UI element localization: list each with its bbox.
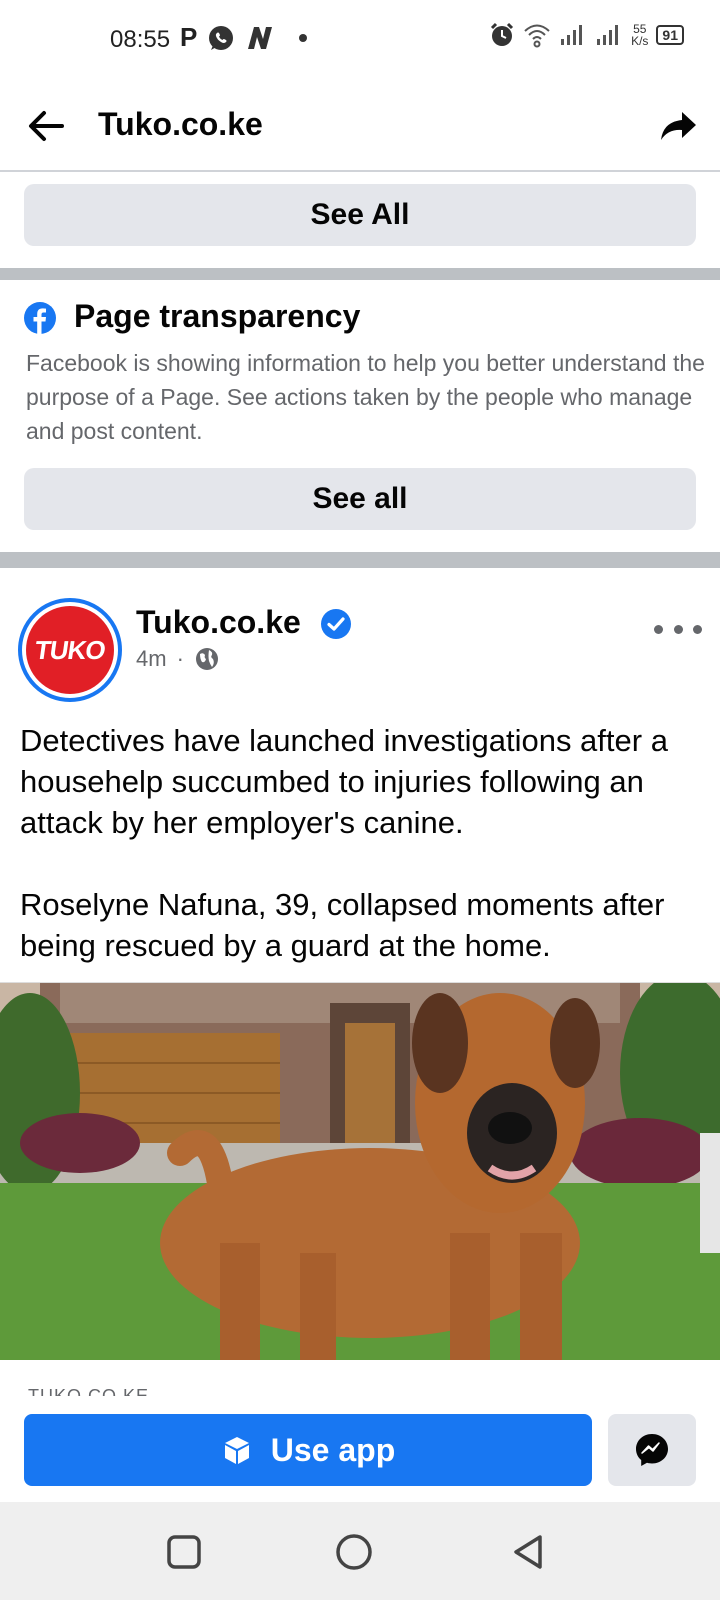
more-options-icon[interactable] [654,614,702,644]
page-transparency-title: Page transparency [74,298,361,334]
home-icon[interactable] [334,1532,374,1572]
wifi-icon [524,24,550,48]
post-image[interactable] [0,982,720,1360]
section-divider [0,552,720,568]
verified-badge-icon [321,609,351,639]
cube-icon [224,1437,249,1464]
notification-icons: P [180,22,308,53]
signal-icon-1 [561,25,583,45]
messenger-icon [636,1434,668,1466]
alarm-icon [491,22,514,46]
messenger-button[interactable] [608,1414,696,1486]
use-app-button[interactable]: Use app [24,1414,592,1486]
network-speed: 55 K/s [631,22,649,48]
section-divider [0,268,720,280]
post-author[interactable]: Tuko.co.ke [136,604,301,641]
page-transparency-description: Facebook is showing information to help … [26,350,705,444]
status-time: 08:55 [110,26,171,53]
post-text: Detectives have launched investigations … [20,720,710,1007]
page-title: Tuko.co.ke [98,106,263,142]
system-icons: 55 K/s 91 [489,22,684,48]
status-bar: 08:55 P 55 K/s 91 [0,0,720,80]
recents-icon[interactable] [164,1532,204,1572]
back-arrow-icon[interactable] [24,104,68,148]
facebook-icon [24,302,56,334]
post-paragraph: Roselyne Nafuna, 39, collapsed moments a… [20,887,665,963]
post-meta: 4m · [136,646,220,672]
use-app-label: Use app [270,1431,396,1468]
system-nav-bar [0,1502,720,1600]
post-time[interactable]: 4m [136,646,167,672]
whatsapp-icon [209,25,234,50]
globe-icon [195,648,218,670]
tuko-logo: TUKO [26,606,114,694]
page-header: Tuko.co.ke [0,80,720,172]
dog-photo [0,983,720,1360]
avatar[interactable]: TUKO [18,598,122,702]
see-all-button-top[interactable]: See All [24,184,696,246]
n-app-icon [248,26,273,49]
battery-indicator: 91 [656,25,684,45]
separator-dot: · [176,646,184,671]
share-icon[interactable] [656,104,700,148]
back-nav-icon[interactable] [508,1532,548,1572]
bottom-action-bar: Use app [0,1396,720,1502]
p-app-icon: P [180,22,198,52]
dot-icon [299,33,308,42]
see-all-button-bottom[interactable]: See all [24,468,696,530]
post-paragraph: Detectives have launched investigations … [20,723,668,840]
signal-icon-2 [597,25,619,45]
